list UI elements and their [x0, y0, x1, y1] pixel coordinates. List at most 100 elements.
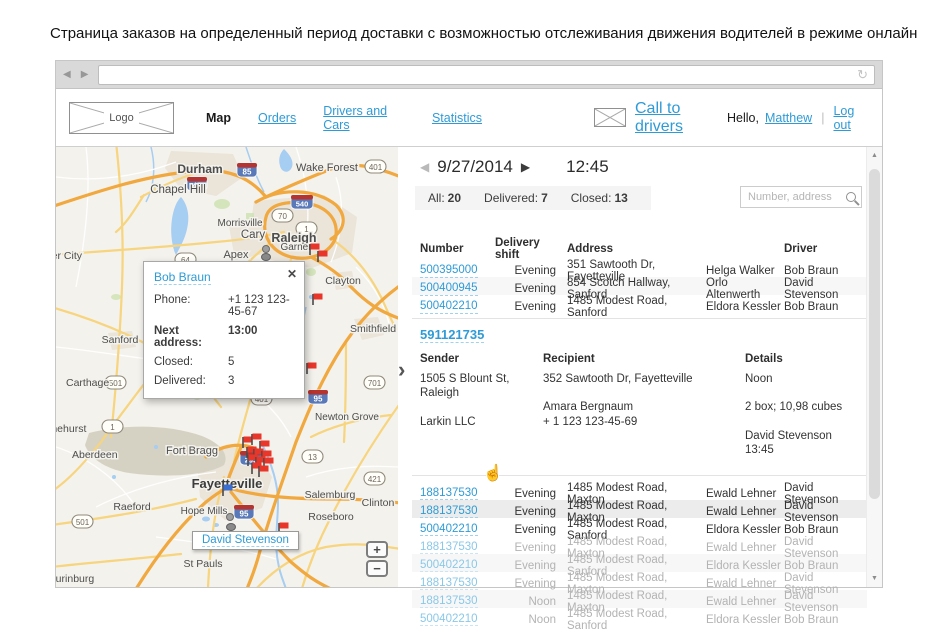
cell-shift: Evening — [492, 506, 566, 518]
expanded-order: 591121735 Sender 1505 S Blount St, Ralei… — [412, 319, 867, 476]
current-time: 12:45 — [566, 157, 609, 177]
cell-shift: Evening — [492, 488, 566, 500]
scroll-down-icon[interactable]: ▼ — [867, 575, 882, 582]
map-city-label: Siler City — [56, 250, 83, 262]
cell-recipient: Eldora Kessler — [706, 560, 784, 572]
browser-chrome: ◀ ▶ ↻ — [56, 61, 882, 89]
tab-statistics[interactable]: Statistics — [432, 111, 482, 125]
order-number-link[interactable]: 188137530 — [420, 541, 478, 555]
order-number-link[interactable]: 500400945 — [420, 282, 478, 296]
filter-all[interactable]: All:20 — [428, 191, 461, 205]
cell-driver: Bob Braun — [784, 265, 867, 277]
user-link[interactable]: Matthew — [765, 111, 812, 125]
filter-delivered-count: 7 — [541, 191, 548, 205]
delivery-flag-icon[interactable] — [313, 294, 323, 306]
route-shield: 421 — [368, 475, 382, 484]
cell-driver: Bob Braun — [784, 524, 867, 536]
top-navbar: Logo Map Orders Drivers and Cars Statist… — [56, 89, 882, 147]
zoom-out-button[interactable]: − — [366, 560, 388, 577]
browser-back-icon[interactable]: ◀ — [63, 69, 74, 80]
map-city-label: Laurinburg — [56, 573, 94, 585]
driver-map-tag[interactable]: David Stevenson — [192, 531, 299, 550]
popup-driver-link[interactable]: Bob Braun — [154, 270, 211, 285]
order-number-link[interactable]: 188137530 — [420, 487, 478, 501]
popup-phone-value: +1 123 123-45-67 — [228, 294, 294, 318]
cell-shift: Evening — [492, 542, 566, 554]
popup-closed-value: 5 — [228, 356, 234, 368]
table-row[interactable]: 500395000 Evening 351 Sawtooth Dr, Fayet… — [412, 259, 867, 277]
call-to-drivers-link[interactable]: Call to drivers — [635, 100, 727, 136]
route-shield: 1 — [110, 423, 115, 432]
popup-next-address-label: Next address: — [154, 325, 228, 349]
expand-panel-icon[interactable]: › — [398, 359, 405, 381]
order-search-input[interactable] — [746, 190, 846, 204]
browser-forward-icon[interactable]: ▶ — [81, 69, 92, 80]
map-city-label: Hope Mills — [181, 506, 228, 517]
table-row[interactable]: 188137530 Evening 1485 Modest Road, Maxt… — [412, 500, 867, 518]
driver-marker-icon[interactable] — [227, 524, 236, 531]
order-search-box[interactable] — [740, 186, 862, 208]
col-header-driver: Driver — [784, 243, 867, 255]
order-number-link[interactable]: 500395000 — [420, 264, 478, 278]
details-time: 13:45 — [745, 443, 867, 457]
popup-next-address-value: 13:00 — [228, 325, 257, 349]
table-row[interactable]: 188137530 Evening 1485 Modest Road, Maxt… — [412, 482, 867, 500]
refresh-icon[interactable]: ↻ — [857, 68, 868, 81]
scroll-up-icon[interactable]: ▲ — [867, 152, 882, 159]
order-number-link[interactable]: 188137530 — [420, 505, 478, 519]
zoom-in-button[interactable]: + — [366, 541, 388, 558]
cell-shift: Evening — [492, 283, 566, 295]
logout-link[interactable]: Log out — [833, 104, 869, 132]
table-row[interactable]: 188137530 Evening 1485 Modest Road, Maxt… — [412, 536, 867, 554]
cell-recipient: Ewald Lehner — [706, 578, 784, 590]
table-row[interactable]: 188137530 Noon 1485 Modest Road, Maxton … — [412, 590, 867, 608]
order-number-link[interactable]: 500402210 — [420, 559, 478, 573]
cell-driver: Bob Braun — [784, 301, 867, 313]
close-icon[interactable]: ✕ — [287, 267, 297, 281]
prev-day-icon[interactable]: ◀ — [420, 160, 429, 174]
filter-all-count: 20 — [448, 191, 461, 205]
map-city-label: Sanford — [102, 334, 139, 346]
map-city-label: Chapel Hill — [150, 184, 206, 196]
popup-phone-row: Phone: +1 123 123-45-67 — [154, 294, 294, 318]
order-number-link[interactable]: 500402210 — [420, 300, 478, 314]
order-number-link[interactable]: 188137530 — [420, 595, 478, 609]
driver-map-tag-link[interactable]: David Stevenson — [202, 534, 289, 547]
table-row[interactable]: 500400945 Evening 854 Scotch Hallway, Sa… — [412, 277, 867, 295]
address-bar[interactable]: ↻ — [98, 65, 875, 85]
call-to-drivers-group: Call to drivers — [594, 100, 727, 136]
recipient-name: Amara Bergnaum — [543, 400, 745, 414]
table-row[interactable]: 188137530 Evening 1485 Modest Road, Maxt… — [412, 572, 867, 590]
cell-shift: Evening — [492, 560, 566, 572]
tab-orders[interactable]: Orders — [258, 111, 296, 125]
tab-map[interactable]: Map — [206, 111, 231, 125]
filter-closed[interactable]: Closed:13 — [571, 191, 628, 205]
app-window: ◀ ▶ ↻ Logo Map Orders Drivers and Cars S… — [55, 60, 883, 588]
popup-delivered-row: Delivered: 3 — [154, 375, 294, 387]
cell-shift: Noon — [492, 596, 566, 608]
next-day-icon[interactable]: ▶ — [521, 160, 530, 174]
orders-list-bottom: 188137530 Evening 1485 Modest Road, Maxt… — [412, 482, 867, 626]
driver-marker-icon[interactable] — [263, 246, 270, 253]
tab-drivers-and-cars[interactable]: Drivers and Cars — [323, 104, 405, 132]
order-number-link[interactable]: 500402210 — [420, 613, 478, 627]
map-city-label: Roseboro — [308, 511, 354, 523]
scrollbar-thumb[interactable] — [869, 169, 880, 499]
details-driver: David Stevenson — [745, 429, 867, 443]
cell-recipient: Ewald Lehner — [706, 506, 784, 518]
popup-delivered-label: Delivered: — [154, 375, 228, 387]
cell-shift: Evening — [492, 301, 566, 313]
delivery-flag-icon[interactable] — [307, 363, 317, 375]
filter-delivered[interactable]: Delivered:7 — [484, 191, 548, 205]
cell-address: 1485 Modest Road, Sanford — [566, 295, 706, 319]
expanded-order-number-link[interactable]: 591121735 — [420, 327, 484, 343]
hand-cursor-icon: ☝ — [483, 463, 503, 483]
order-number-link[interactable]: 188137530 — [420, 577, 478, 591]
driver-marker-icon[interactable] — [227, 514, 234, 521]
cell-recipient: Eldora Kessler — [706, 614, 784, 626]
search-icon[interactable] — [846, 192, 856, 202]
orders-scrollbar[interactable]: ▲ ▼ — [866, 147, 882, 587]
driver-marker-icon[interactable] — [262, 254, 271, 261]
order-number-link[interactable]: 500402210 — [420, 523, 478, 537]
address-bar-input[interactable] — [105, 68, 857, 82]
